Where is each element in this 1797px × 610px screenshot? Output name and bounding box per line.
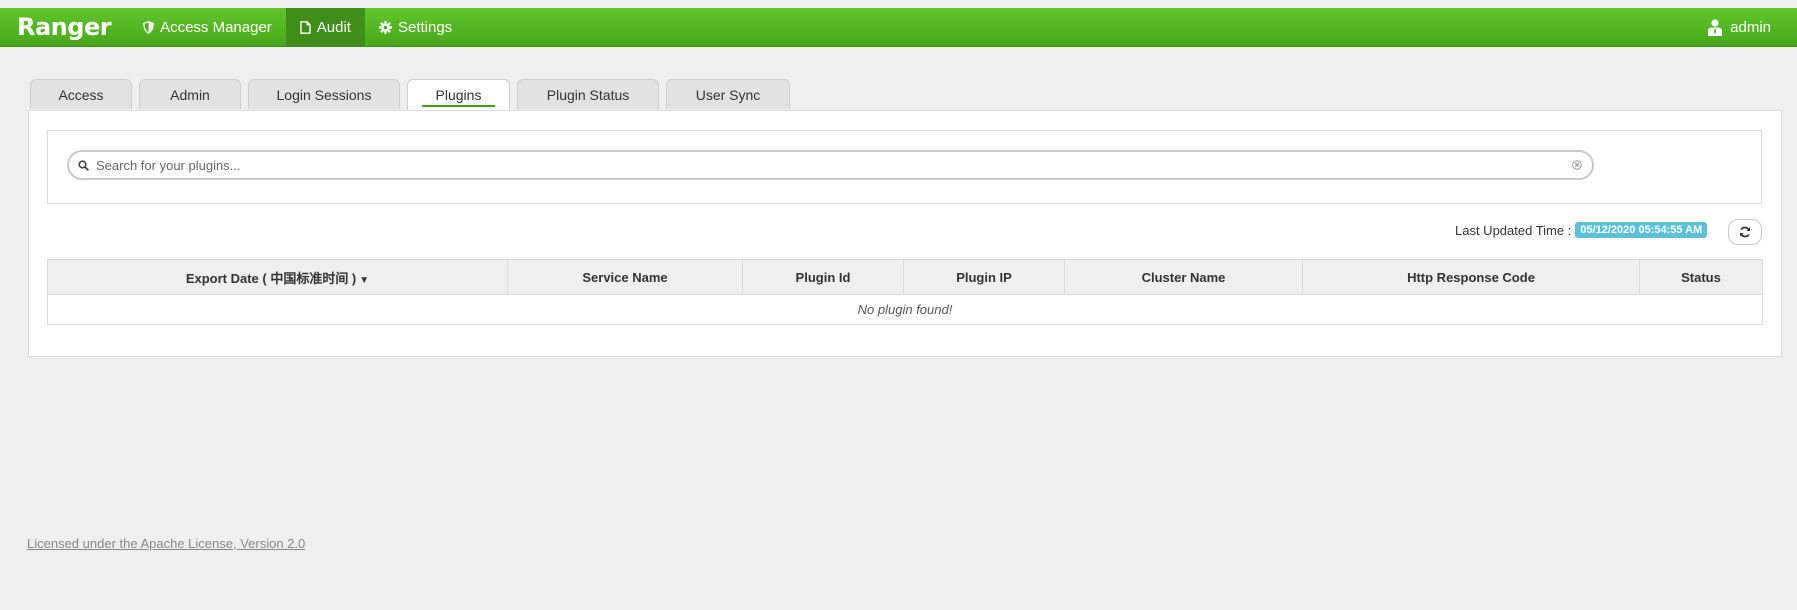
tab-plugins-label: Plugins [435, 87, 482, 103]
table-row: No plugin found! [47, 294, 1763, 325]
search-input[interactable] [94, 156, 1572, 174]
table-header-row: Export Date ( 中国标准时间 ) ▼ Service Name Plu… [47, 259, 1763, 295]
col-status: Status [1639, 259, 1763, 295]
clear-search-icon[interactable] [1572, 160, 1582, 170]
tab-access[interactable]: Access [30, 79, 132, 109]
col-export-date[interactable]: Export Date ( 中国标准时间 ) ▼ [47, 259, 508, 295]
nav-access-manager[interactable]: Access Manager [129, 8, 286, 46]
col-plugin-id: Plugin Id [742, 259, 904, 295]
col-cluster-name: Cluster Name [1064, 259, 1303, 295]
nav-audit-label: Audit [316, 18, 351, 36]
tab-admin-label: Admin [170, 86, 210, 103]
tab-access-label: Access [58, 86, 104, 103]
top-navbar: Ranger Access Manager Audit Settings adm… [0, 8, 1797, 47]
tab-plugins[interactable]: Plugins [407, 79, 510, 110]
last-updated: Last Updated Time : 05/12/2020 05:54:55 … [1455, 222, 1708, 238]
nav-settings[interactable]: Settings [365, 8, 466, 46]
empty-message: No plugin found! [47, 294, 1763, 325]
col-plugin-ip: Plugin IP [903, 259, 1065, 295]
plugins-table: Export Date ( 中国标准时间 ) ▼ Service Name Plu… [47, 259, 1763, 325]
audit-tabs: Access Admin Login Sessions Plugins Plug… [30, 79, 797, 110]
nav-settings-label: Settings [397, 18, 453, 36]
search-bar [67, 150, 1594, 180]
refresh-icon [1740, 226, 1750, 238]
col-service-name: Service Name [507, 259, 743, 295]
tab-plugin-status-label: Plugin Status [546, 86, 630, 103]
active-tab-indicator [422, 105, 495, 107]
license-link[interactable]: Licensed under the Apache License, Versi… [27, 536, 305, 551]
nav-access-manager-label: Access Manager [160, 18, 272, 36]
tab-user-sync-label: User Sync [695, 86, 761, 103]
col-export-date-label: Export Date ( 中国标准时间 ) [185, 270, 357, 286]
file-icon [300, 20, 311, 34]
last-updated-label: Last Updated Time : [1455, 222, 1572, 238]
nav-audit[interactable]: Audit [285, 8, 365, 46]
last-updated-badge: 05/12/2020 05:54:55 AM [1575, 222, 1708, 238]
user-menu[interactable]: admin [1708, 19, 1771, 36]
col-http-response-code: Http Response Code [1302, 259, 1640, 295]
tab-plugin-status[interactable]: Plugin Status [517, 79, 659, 109]
tab-login-sessions-label: Login Sessions [276, 86, 372, 103]
gear-icon [378, 20, 392, 34]
refresh-button[interactable] [1728, 219, 1762, 245]
tab-login-sessions[interactable]: Login Sessions [248, 79, 400, 109]
user-name: admin [1730, 18, 1771, 36]
user-icon [1708, 18, 1723, 36]
brand-logo[interactable]: Ranger [17, 13, 112, 41]
search-icon [78, 159, 89, 171]
shield-icon [143, 20, 155, 34]
sort-desc-icon: ▼ [359, 274, 370, 286]
tab-admin[interactable]: Admin [139, 79, 241, 109]
tab-user-sync[interactable]: User Sync [666, 79, 790, 109]
